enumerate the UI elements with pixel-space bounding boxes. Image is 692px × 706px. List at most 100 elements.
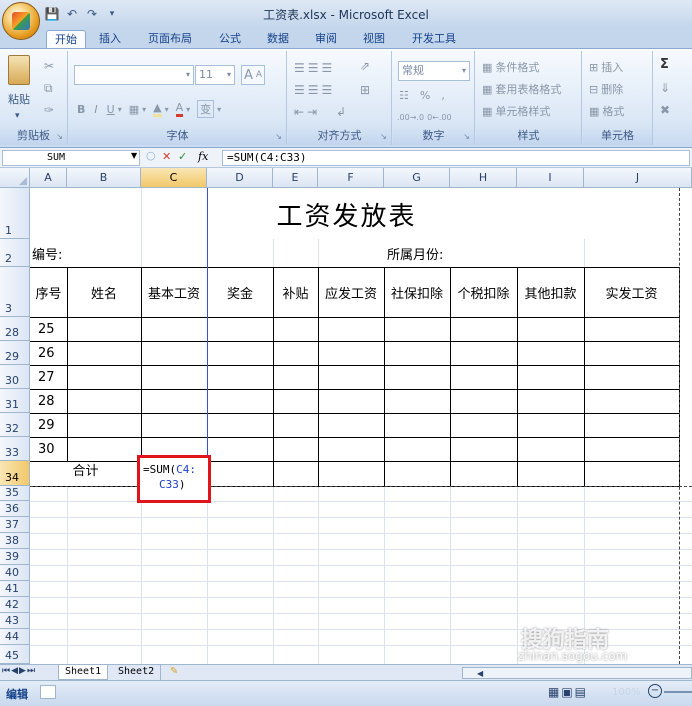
fill-color-icon[interactable]: ▲: [153, 101, 162, 117]
conditional-format-button[interactable]: 条件格式: [495, 59, 539, 75]
cell-styles-button[interactable]: 单元格样式: [495, 103, 550, 119]
insert-cells-button[interactable]: 插入: [601, 59, 623, 75]
name-box[interactable]: SUM: [2, 150, 140, 166]
row-header-45[interactable]: 45: [0, 645, 30, 664]
percent-button[interactable]: %: [420, 89, 430, 102]
sheet-tab-sheet2[interactable]: Sheet2: [112, 665, 162, 680]
fill-icon[interactable]: ⇓: [660, 81, 670, 95]
font-name-input[interactable]: ▾: [74, 65, 194, 85]
zoom-level[interactable]: 100%: [612, 687, 641, 698]
column-header-c[interactable]: C: [141, 168, 207, 188]
seq-cell[interactable]: 25: [38, 317, 68, 341]
tab-view[interactable]: 视图: [356, 30, 392, 48]
row-header-28[interactable]: 28: [0, 317, 30, 341]
format-painter-icon[interactable]: ✑: [44, 103, 54, 117]
phonetic-dropdown-icon[interactable]: ▾: [217, 105, 221, 114]
cut-icon[interactable]: ✂: [44, 59, 54, 73]
header-social-insurance[interactable]: 社保扣除: [384, 267, 450, 317]
row-header-43[interactable]: 43: [0, 613, 30, 629]
office-button[interactable]: [2, 2, 40, 40]
paste-button-label[interactable]: 粘贴: [8, 91, 30, 107]
sheet-nav-icons[interactable]: ⏮◀▶⏭: [2, 666, 36, 676]
editing-formula-line-2[interactable]: C33): [159, 477, 186, 492]
tab-page-layout[interactable]: 页面布局: [140, 30, 200, 48]
row-header-40[interactable]: 40: [0, 565, 30, 581]
editing-cell-highlight[interactable]: =SUM(C4: C33): [137, 455, 211, 503]
number-format-dropdown-icon[interactable]: ▾: [462, 62, 466, 80]
select-all-corner[interactable]: [0, 168, 30, 188]
row-header-44[interactable]: 44: [0, 629, 30, 645]
column-header-h[interactable]: H: [450, 168, 517, 188]
row-header-35[interactable]: 35: [0, 486, 30, 501]
horizontal-scrollbar[interactable]: ◀: [462, 667, 692, 679]
row-header-33[interactable]: 33: [0, 437, 30, 461]
tab-developer[interactable]: 开发工具: [404, 30, 464, 48]
seq-cell[interactable]: 30: [38, 437, 68, 461]
font-launcher-icon[interactable]: ↘: [274, 133, 283, 142]
grow-font-button[interactable]: A: [244, 68, 253, 83]
row-header-31[interactable]: 31: [0, 389, 30, 413]
comma-button[interactable]: ,: [441, 89, 445, 102]
autosum-button[interactable]: Σ: [660, 57, 669, 72]
border-dropdown-icon[interactable]: ▾: [142, 105, 146, 114]
wrap-text-icon[interactable]: ↲: [336, 105, 346, 119]
row-header-30[interactable]: 30: [0, 365, 30, 389]
row-header-34[interactable]: 34: [0, 461, 30, 486]
row-header-29[interactable]: 29: [0, 341, 30, 365]
merge-center-icon[interactable]: ⊞: [360, 83, 370, 97]
row-header-39[interactable]: 39: [0, 549, 30, 565]
copy-icon[interactable]: ⧉: [44, 81, 53, 96]
tab-insert[interactable]: 插入: [92, 30, 128, 48]
column-header-a[interactable]: A: [30, 168, 67, 188]
sheet-tab-sheet1[interactable]: Sheet1: [58, 665, 109, 680]
column-header-j[interactable]: J: [584, 168, 692, 188]
horizontal-align-icons[interactable]: ☰☰☰: [294, 83, 335, 97]
row-header-32[interactable]: 32: [0, 413, 30, 437]
scroll-left-icon[interactable]: ◀: [477, 669, 483, 678]
row-header-2[interactable]: 2: [0, 239, 30, 267]
font-color-dropdown-icon[interactable]: ▾: [186, 105, 190, 114]
clipboard-launcher-icon[interactable]: ↘: [55, 133, 64, 142]
shrink-font-button[interactable]: A: [256, 70, 262, 80]
tab-data[interactable]: 数据: [260, 30, 296, 48]
number-launcher-icon[interactable]: ↘: [462, 133, 471, 142]
underline-dropdown-icon[interactable]: ▾: [118, 105, 122, 114]
column-header-e[interactable]: E: [273, 168, 318, 188]
zoom-out-icon[interactable]: −: [648, 684, 662, 698]
format-cells-button[interactable]: 格式: [602, 103, 624, 119]
formula-input[interactable]: =SUM(C4:C33): [222, 150, 690, 166]
number-format-select[interactable]: 常规 ▾: [398, 61, 470, 81]
border-icon[interactable]: ▦: [129, 103, 139, 116]
tab-home[interactable]: 开始: [46, 30, 86, 48]
indent-icons[interactable]: ⇤⇥: [294, 105, 320, 119]
paste-icon[interactable]: [8, 55, 30, 85]
header-other-deductions[interactable]: 其他扣款: [517, 267, 584, 317]
font-color-icon[interactable]: A: [175, 101, 184, 117]
header-bonus[interactable]: 奖金: [207, 267, 273, 317]
editing-formula-line-1[interactable]: =SUM(C4:: [143, 462, 196, 477]
clear-icon[interactable]: ✖: [660, 103, 670, 117]
column-header-g[interactable]: G: [384, 168, 450, 188]
macro-record-icon[interactable]: [40, 685, 56, 699]
sheet-title[interactable]: 工资发放表: [141, 194, 552, 234]
row-header-42[interactable]: 42: [0, 597, 30, 613]
italic-button[interactable]: I: [94, 103, 97, 116]
tab-review[interactable]: 审阅: [308, 30, 344, 48]
header-allowance[interactable]: 补贴: [273, 267, 318, 317]
number-label[interactable]: 编号:: [32, 240, 92, 266]
seq-cell[interactable]: 28: [38, 389, 68, 413]
font-name-dropdown-icon[interactable]: ▾: [186, 66, 190, 84]
row-header-38[interactable]: 38: [0, 533, 30, 549]
row-header-41[interactable]: 41: [0, 581, 30, 597]
view-buttons-icons[interactable]: ▦▣▤: [548, 685, 588, 699]
worksheet-grid[interactable]: A B C D E F G H I J 1 2 3 28 29 30 31 32…: [0, 168, 692, 664]
bold-button[interactable]: B: [77, 103, 85, 116]
total-label[interactable]: 合计: [30, 462, 141, 479]
font-size-input[interactable]: 11 ▾: [195, 65, 235, 85]
seq-cell[interactable]: 26: [38, 341, 68, 365]
column-header-b[interactable]: B: [67, 168, 141, 188]
column-header-d[interactable]: D: [207, 168, 273, 188]
zoom-slider[interactable]: [664, 691, 692, 693]
seq-cell[interactable]: 27: [38, 365, 68, 389]
font-size-dropdown-icon[interactable]: ▾: [227, 66, 231, 84]
